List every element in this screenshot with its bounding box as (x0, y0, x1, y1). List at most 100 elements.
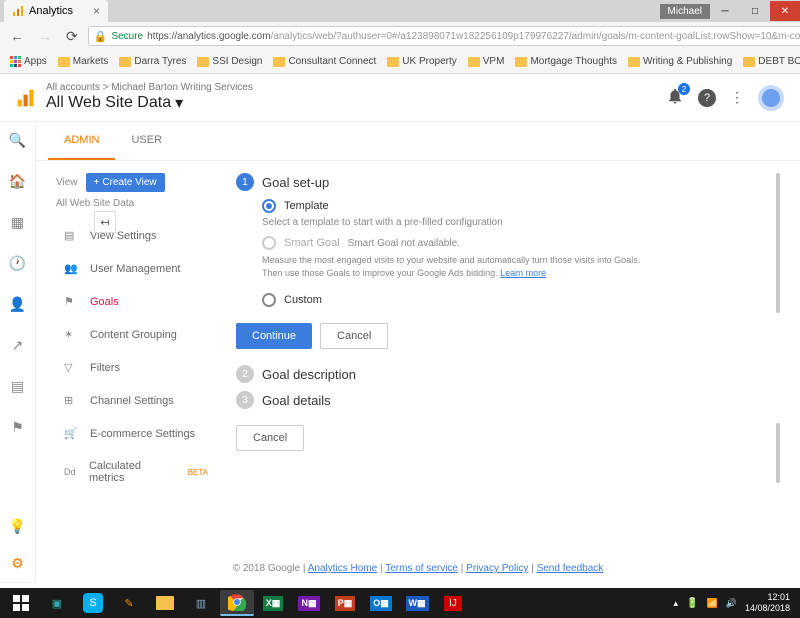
start-button[interactable] (4, 590, 38, 616)
footer-link[interactable]: Analytics Home (308, 563, 377, 574)
smart-unavailable-label: Smart Goal not available. (348, 238, 460, 249)
analytics-logo (16, 88, 36, 108)
taskbar-app[interactable]: ▥ (184, 590, 218, 616)
collapse-column-button[interactable]: ↤ (94, 211, 116, 233)
bookmark-item[interactable]: UK Property (383, 54, 460, 69)
bookmark-item[interactable]: SSI Design (193, 54, 266, 69)
dashboard-icon[interactable]: ▦ (11, 214, 24, 231)
tray-volume-icon[interactable]: 🔊 (726, 598, 737, 609)
view-subtitle[interactable]: All Web Site Data (56, 198, 216, 209)
filter-icon: ▽ (64, 361, 80, 374)
browser-tab-title: Analytics (29, 5, 73, 17)
folder-icon (628, 57, 640, 67)
goal-setup-panel: 1 Goal set-up Template Select a template… (226, 173, 780, 543)
cancel-button[interactable]: Cancel (320, 323, 388, 349)
account-avatar[interactable] (758, 85, 784, 111)
create-view-button[interactable]: +Create View (86, 173, 165, 192)
admin-gear-icon[interactable]: ⚙ (11, 555, 24, 572)
window-close[interactable]: ✕ (770, 1, 800, 21)
avatar-icon (762, 89, 780, 107)
taskbar-explorer[interactable] (148, 590, 182, 616)
menu-goals[interactable]: ⚑Goals (56, 285, 216, 318)
person-icon[interactable]: 👤 (9, 296, 26, 313)
browser-tab[interactable]: Analytics × (4, 0, 108, 22)
menu-channel-settings[interactable]: ⊞Channel Settings (56, 384, 216, 417)
learn-more-link[interactable]: Learn more (500, 268, 546, 278)
menu-user-management[interactable]: 👥User Management (56, 252, 216, 285)
menu-content-grouping[interactable]: ✶Content Grouping (56, 318, 216, 351)
home-icon[interactable]: 🏠 (9, 173, 26, 190)
clock-icon[interactable]: 🕐 (9, 255, 26, 272)
tab-close-icon[interactable]: × (93, 4, 100, 18)
cancel-button-bottom[interactable]: Cancel (236, 425, 304, 451)
window-maximize[interactable]: □ (740, 1, 770, 21)
bookmark-item[interactable]: Consultant Connect (269, 54, 380, 69)
folder-icon (197, 57, 209, 67)
taskbar-app[interactable]: ▣ (40, 590, 74, 616)
flag-icon[interactable]: ⚑ (11, 419, 24, 436)
folder-icon (515, 57, 527, 67)
bookmark-item[interactable]: DEBT BOOK (739, 54, 800, 69)
analytics-favicon (12, 5, 24, 17)
step-1-title: Goal set-up (262, 175, 329, 190)
radio-smart-goal: Smart Goal Smart Goal not available. (262, 236, 770, 250)
bookmark-item[interactable]: Writing & Publishing (624, 54, 736, 69)
dropdown-caret-icon: ▾ (175, 93, 183, 113)
address-bar: ← → ⟳ 🔒 Secure https://analytics.google.… (0, 22, 800, 50)
taskbar-outlook[interactable]: O▩ (364, 590, 398, 616)
taskbar-clock[interactable]: 12:01 14/08/2018 (745, 592, 796, 614)
conversions-icon[interactable]: ▤ (11, 378, 24, 395)
scrollbar[interactable] (776, 423, 780, 483)
window-minimize[interactable]: ─ (710, 1, 740, 21)
continue-button[interactable]: Continue (236, 323, 312, 349)
document-icon: ▤ (64, 229, 80, 242)
taskbar-app[interactable]: IJ (436, 590, 470, 616)
search-icon[interactable]: 🔍 (9, 132, 26, 149)
taskbar-onenote[interactable]: N▦ (292, 590, 326, 616)
tray-network-icon[interactable]: 📶 (707, 598, 718, 609)
tray-up-icon[interactable]: ▴ (674, 598, 679, 609)
radio-custom[interactable]: Custom (262, 293, 770, 307)
behavior-icon[interactable]: ↗ (12, 337, 24, 354)
taskbar-excel[interactable]: X▦ (256, 590, 290, 616)
apps-menu-icon[interactable]: ⋮ (730, 89, 744, 106)
forward-button[interactable]: → (34, 28, 56, 44)
tray-battery-icon[interactable]: 🔋 (686, 598, 698, 609)
smart-goal-note: Measure the most engaged visits to your … (262, 254, 662, 279)
tab-admin[interactable]: ADMIN (48, 122, 115, 160)
apps-bookmark[interactable]: Apps (6, 54, 51, 69)
taskbar-word[interactable]: W▦ (400, 590, 434, 616)
bookmark-item[interactable]: Markets (54, 54, 113, 69)
menu-ecommerce-settings[interactable]: 🛒E-commerce Settings (56, 417, 216, 450)
plus-icon: + (94, 177, 100, 188)
url-input[interactable]: 🔒 Secure https://analytics.google.com/an… (88, 26, 800, 46)
taskbar-powerpoint[interactable]: P▦ (328, 590, 362, 616)
footer-link[interactable]: Terms of service (385, 563, 458, 574)
taskbar-chrome[interactable] (220, 590, 254, 616)
menu-view-settings[interactable]: ▤View Settings (56, 219, 216, 252)
dd-icon: Dd (64, 467, 79, 477)
radio-icon (262, 236, 276, 250)
back-button[interactable]: ← (6, 28, 28, 44)
reload-button[interactable]: ⟳ (62, 28, 82, 45)
help-button[interactable]: ? (698, 89, 716, 107)
notifications-button[interactable]: 2 (666, 87, 684, 108)
menu-filters[interactable]: ▽Filters (56, 351, 216, 384)
bookmark-item[interactable]: Darra Tyres (115, 54, 190, 69)
browser-tab-bar: Analytics × Michael ─ □ ✕ (0, 0, 800, 22)
scrollbar[interactable] (776, 173, 780, 313)
cart-icon: 🛒 (64, 427, 80, 440)
bookmark-item[interactable]: VPM (464, 54, 509, 69)
bookmark-item[interactable]: Mortgage Thoughts (511, 54, 621, 69)
people-icon: 👥 (64, 262, 80, 275)
taskbar-skype[interactable]: S (76, 590, 110, 616)
menu-calculated-metrics[interactable]: DdCalculated metricsBETA (56, 450, 216, 494)
tab-user[interactable]: USER (115, 122, 178, 160)
page-title[interactable]: All Web Site Data▾ (46, 93, 666, 113)
taskbar-app[interactable]: ✎ (112, 590, 146, 616)
breadcrumb[interactable]: All accounts > Michael Barton Writing Se… (46, 82, 666, 93)
radio-template[interactable]: Template (262, 199, 770, 213)
discover-icon[interactable]: 💡 (9, 518, 26, 535)
footer-link[interactable]: Send feedback (537, 563, 604, 574)
footer-link[interactable]: Privacy Policy (466, 563, 528, 574)
